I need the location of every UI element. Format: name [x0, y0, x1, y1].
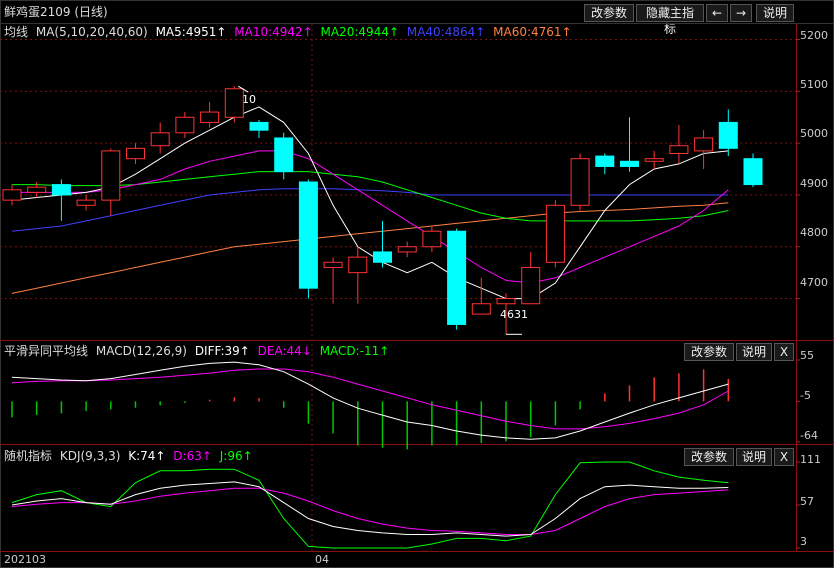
candle-body [620, 160, 639, 167]
candle-body [126, 147, 145, 160]
candle-body [348, 256, 368, 274]
candle-body [373, 251, 392, 263]
candle-body [27, 186, 47, 193]
candle-body [2, 189, 22, 201]
kdj-d-line [11, 487, 729, 535]
candle-body [76, 199, 96, 206]
candle-body [570, 158, 590, 206]
macd-diff-line [11, 361, 729, 440]
ma5-line [11, 106, 729, 300]
candle-body [150, 132, 170, 147]
kdj-k-line [11, 481, 729, 537]
candle-body [200, 111, 220, 123]
candle-body [694, 137, 714, 152]
candle-body [471, 303, 491, 315]
window-border [0, 0, 834, 568]
candle-body [496, 298, 516, 305]
candle-body [397, 246, 417, 253]
candle-body [274, 137, 294, 173]
chart-window: 鲜鸡蛋2109 (日线) 改参数 隐藏主指标 ← → 说明 均线 MA(5,10… [0, 0, 834, 568]
candle-body [175, 116, 195, 134]
candle-body [101, 150, 121, 201]
candle-body [323, 261, 343, 268]
candle-body [644, 158, 664, 162]
candle-body [743, 158, 763, 186]
candle-body [224, 88, 244, 118]
candle-body [669, 145, 689, 155]
candle-body [51, 184, 71, 196]
ma60-line [11, 202, 729, 294]
candle-body [422, 230, 442, 248]
candle-body [718, 121, 738, 149]
candle-body [521, 266, 541, 305]
candle-body [447, 230, 467, 325]
candle-body [298, 181, 318, 289]
macd-dea-line [11, 368, 729, 430]
candle-body [249, 121, 269, 131]
candle-body [545, 204, 565, 263]
kdj-j-line [11, 461, 729, 549]
chart-canvas [0, 0, 834, 568]
candle-body [595, 155, 615, 167]
